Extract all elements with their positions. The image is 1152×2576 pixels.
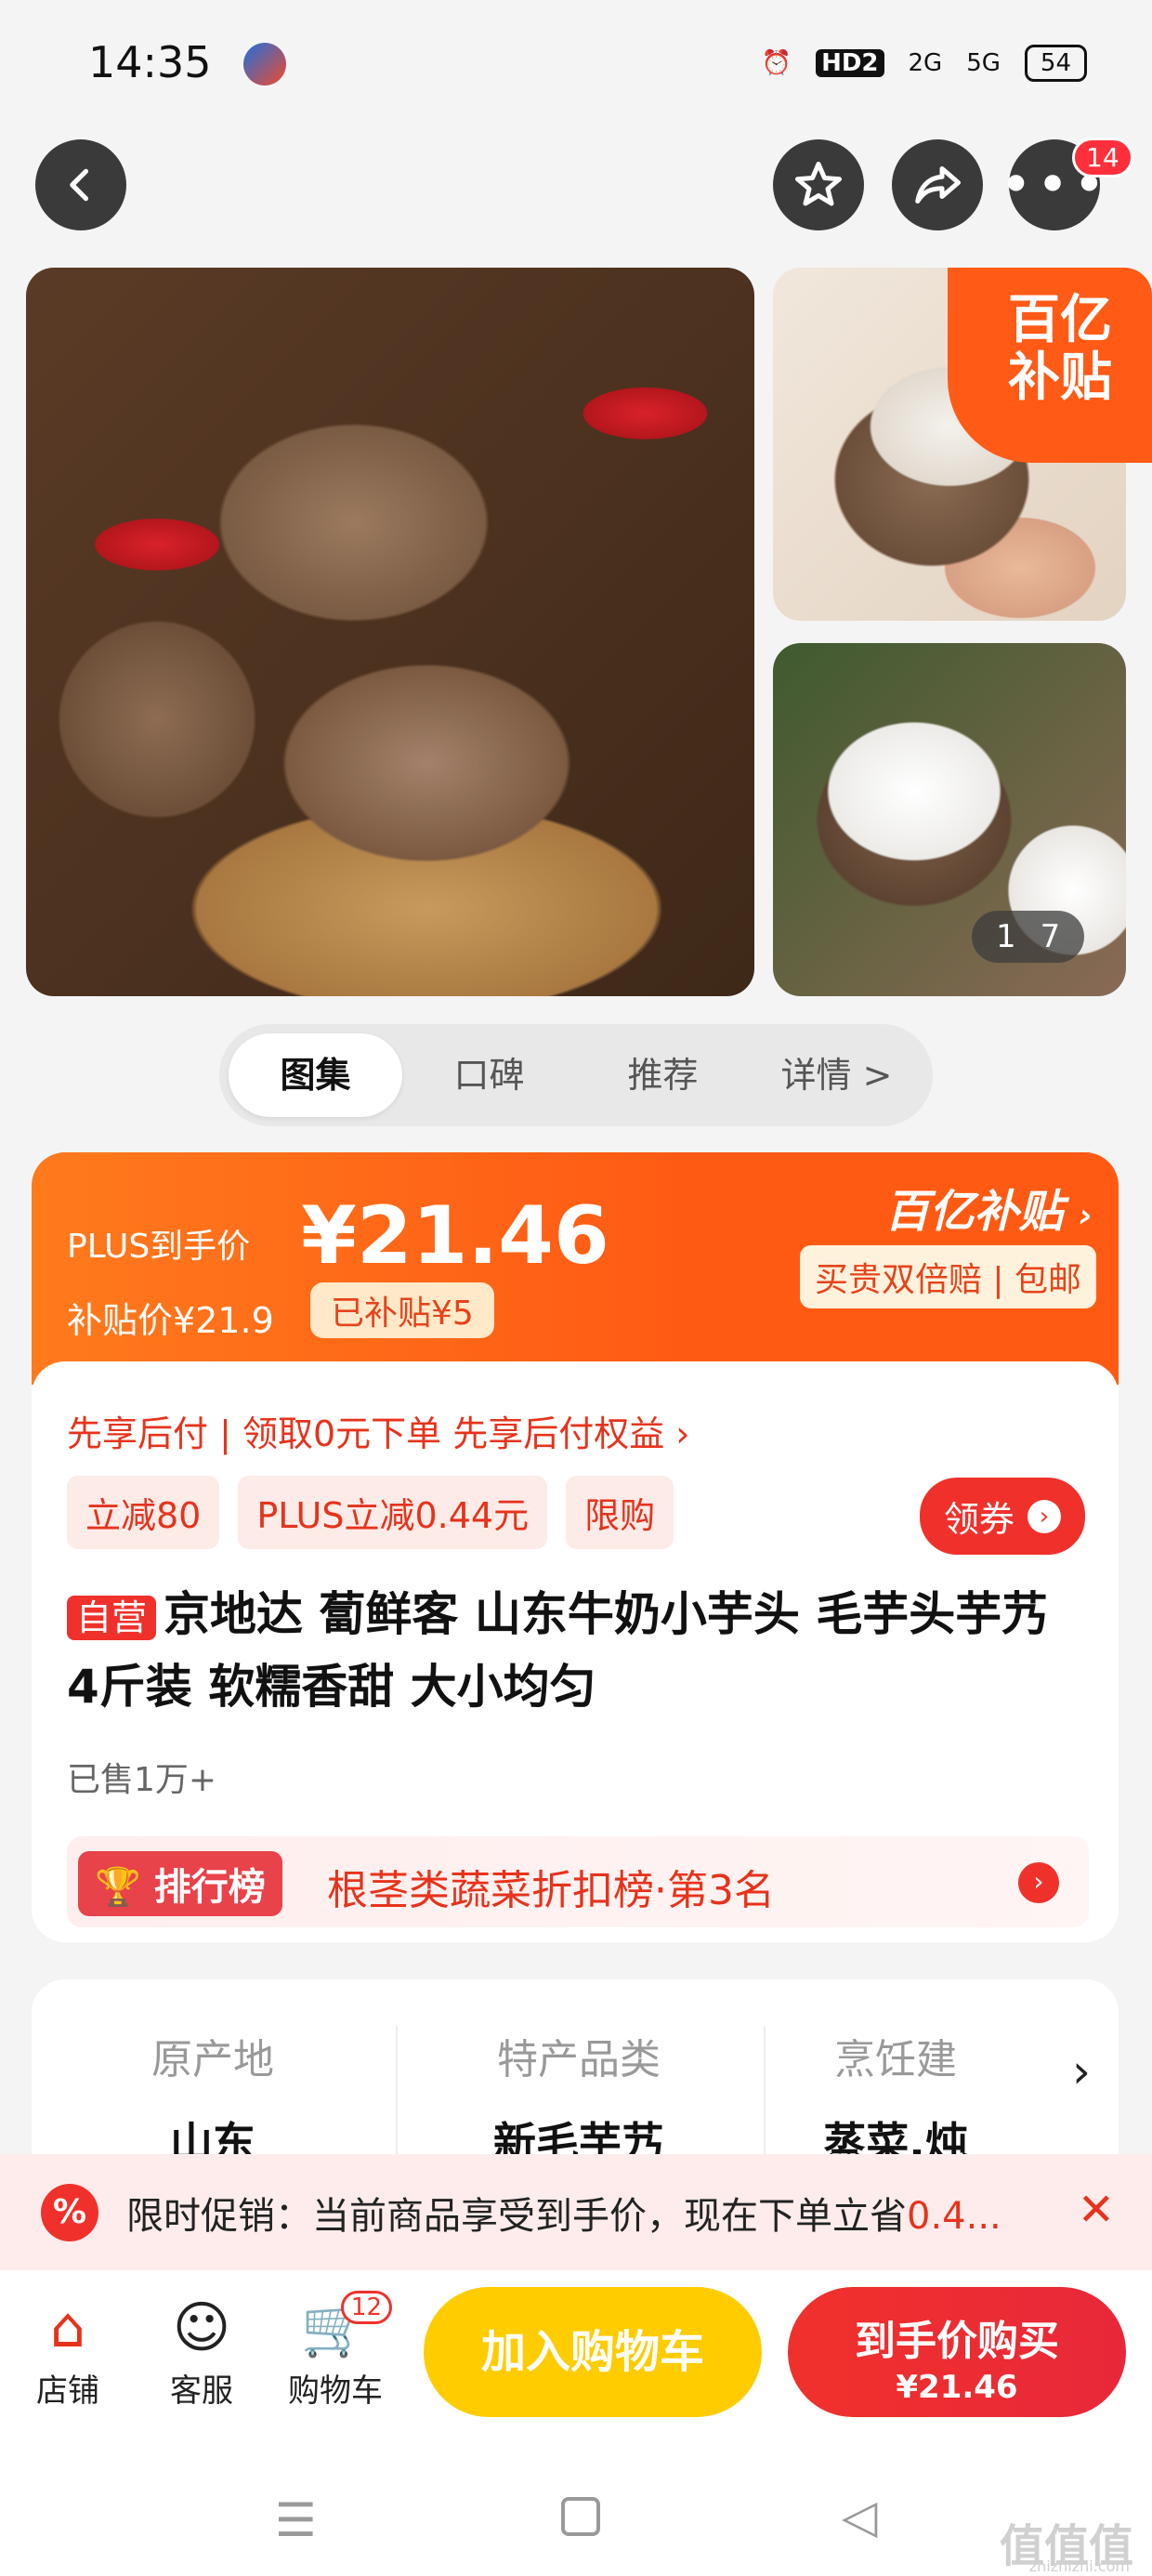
get-coupon-button[interactable]: 领券 ›	[919, 1478, 1085, 1555]
add-to-cart-button[interactable]: 加入购物车	[424, 2287, 762, 2417]
chat-smile-icon: ☺	[172, 2295, 231, 2360]
close-icon[interactable]: ✕	[1078, 2184, 1115, 2236]
pay-later-link[interactable]: 先享后付 | 领取0元下单 先享后付权益 ›	[67, 1405, 690, 1456]
counter-current: 1	[996, 918, 1016, 955]
tab-reviews[interactable]: 口碑	[402, 1033, 576, 1117]
attribute-category[interactable]: 特产品类 新毛芋艿	[398, 2026, 760, 2171]
attribute-label: 烹饪建	[834, 2036, 957, 2083]
buy-now-label: 到手价购买	[855, 2318, 1059, 2365]
promo-bar[interactable]: % 限时促销：当前商品享受到手价，现在下单立省0.4...	[0, 2154, 1152, 2270]
ranking-pill-label: 排行榜	[153, 1866, 266, 1909]
chip-plus-discount: PLUS立减0.44元	[238, 1476, 548, 1549]
subsidy-brand-label: 百亿补贴	[884, 1186, 1064, 1238]
self-operated-tag: 自营	[67, 1595, 157, 1640]
shop-button[interactable]: ⌂ 店铺	[7, 2291, 128, 2411]
chip-discount: 立减80	[67, 1476, 220, 1549]
subsidy-pill: 已补贴¥5	[310, 1282, 494, 1338]
ranking-text: 根茎类蔬菜折扣榜·第3名	[327, 1867, 775, 1914]
more-badge: 14	[1072, 138, 1133, 177]
chip-limit: 限购	[566, 1476, 674, 1549]
promo-text: 限时促销：当前商品享受到手价，现在下单立省0.4...	[126, 2186, 1055, 2240]
attribute-label: 原产地	[151, 2036, 274, 2083]
promo-text-highlight: 0.4...	[907, 2194, 1001, 2238]
plus-price-label: PLUS到手价	[67, 1228, 251, 1266]
attribute-origin[interactable]: 原产地 山东	[32, 2026, 394, 2171]
product-image-main[interactable]	[26, 268, 754, 996]
price-banner: PLUS到手价 ¥21.46 补贴价¥21.9 已补贴¥5 百亿补贴 › 买贵双…	[32, 1152, 1119, 1385]
alarm-icon: ⏰	[761, 49, 792, 77]
attribute-cooking[interactable]: 烹饪建 蒸菜,炖	[747, 2026, 1044, 2171]
chevron-right-icon: ›	[1018, 1862, 1059, 1903]
carrier-icon	[243, 43, 286, 85]
share-button[interactable]	[892, 139, 983, 230]
plus-price: ¥21.46	[301, 1189, 609, 1282]
ranking-pill: 🏆 排行榜	[78, 1851, 282, 1916]
shop-label: 店铺	[36, 2372, 99, 2410]
chevron-left-icon	[70, 168, 89, 202]
section-tabs: 图集 口碑 推荐 详情 >	[219, 1024, 933, 1126]
subsidy-price: 补贴价¥21.9	[67, 1300, 274, 1341]
home-icon[interactable]	[561, 2497, 600, 2536]
attribute-label: 特产品类	[497, 2036, 661, 2083]
sold-count: 已售1万+	[67, 1761, 217, 1799]
coupon-label: 领券	[943, 1499, 1015, 1540]
tab-gallery[interactable]: 图集	[229, 1033, 402, 1117]
status-time: 14:35	[88, 37, 212, 87]
share-icon	[915, 166, 961, 204]
promo-text-prefix: 限时促销：当前商品享受到手价，现在下单立省	[126, 2194, 907, 2238]
tab-details[interactable]: 详情 >	[750, 1033, 923, 1117]
chevron-right-icon[interactable]: ›	[1072, 2044, 1091, 2098]
chevron-right-icon: ›	[1079, 1197, 1093, 1235]
service-label: 客服	[170, 2372, 233, 2410]
buy-now-price: ¥21.46	[896, 2369, 1018, 2406]
promo-chips: 立减80 PLUS立减0.44元 限购	[67, 1476, 674, 1549]
bottom-action-bar: ⌂ 店铺 ☺ 客服 🛒 购物车 12 加入购物车 到手价购买 ¥21.46	[0, 2270, 1152, 2456]
subsidy-guarantee: 买贵双倍赔 | 包邮	[799, 1245, 1096, 1308]
cart-badge: 12	[340, 2291, 392, 2324]
tab-recommend[interactable]: 推荐	[576, 1033, 750, 1117]
counter-total: 7	[1040, 918, 1061, 955]
hd-icon: HD2	[816, 49, 884, 77]
discount-icon: %	[41, 2183, 98, 2241]
cart-button[interactable]: 🛒 购物车 12	[275, 2291, 396, 2411]
menu-icon[interactable]: ☰	[275, 2493, 317, 2547]
status-icons: ⏰ HD2 2G 5G 54	[762, 45, 1087, 82]
favorite-button[interactable]	[773, 139, 864, 230]
image-counter: 1 7	[972, 911, 1085, 963]
subsidy-tag-line2: 补贴	[1008, 348, 1112, 408]
star-icon	[795, 162, 842, 206]
trophy-icon: 🏆	[95, 1866, 141, 1909]
signal-2g-icon: 2G	[908, 49, 943, 77]
back-triangle-icon[interactable]: ◁	[842, 2490, 877, 2543]
customer-service-button[interactable]: ☺ 客服	[141, 2291, 262, 2411]
battery-icon: 54	[1024, 45, 1087, 82]
subsidy-tag: 百亿 补贴	[948, 268, 1152, 463]
watermark-url: zhizhizhi.com	[1028, 2557, 1130, 2575]
ranking-bar[interactable]: 🏆 排行榜 根茎类蔬菜折扣榜·第3名 ›	[67, 1836, 1089, 1927]
back-button[interactable]	[35, 139, 126, 230]
price-card: PLUS到手价 ¥21.46 补贴价¥21.9 已补贴¥5 百亿补贴 › 买贵双…	[32, 1152, 1119, 1942]
shop-icon: ⌂	[49, 2295, 86, 2360]
buy-now-button[interactable]: 到手价购买 ¥21.46	[788, 2287, 1126, 2417]
cart-label: 购物车	[288, 2372, 383, 2410]
subsidy-brand[interactable]: 百亿补贴 ›	[884, 1175, 1093, 1240]
subsidy-tag-line1: 百亿	[1008, 290, 1112, 350]
system-nav-bar: ☰ ◁	[0, 2456, 1152, 2576]
signal-5g-icon: 5G	[966, 49, 1001, 77]
product-title: 自营 京地达 蔔鲜客 山东牛奶小芋头 毛芋头芋艿 4斤装 软糯香甜 大小均匀	[67, 1580, 1089, 1721]
product-title-text: 京地达 蔔鲜客 山东牛奶小芋头 毛芋头芋艿 4斤装 软糯香甜 大小均匀	[67, 1587, 1049, 1714]
chevron-right-icon: ›	[1028, 1499, 1061, 1533]
